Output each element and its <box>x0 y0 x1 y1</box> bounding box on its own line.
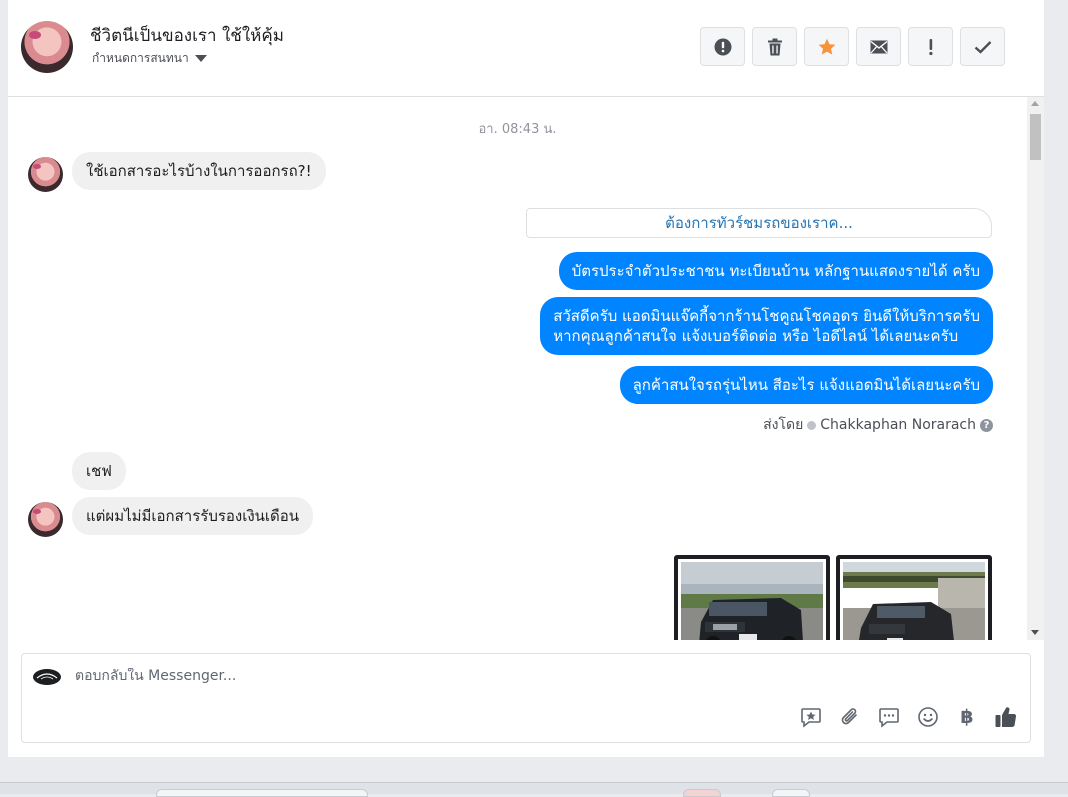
car-photo-image <box>843 562 985 640</box>
assign-conversation-label: กำหนดการสนทนา <box>92 51 189 65</box>
incoming-message[interactable]: ใช้เอกสารอะไรบ้างในการออกรถ?! <box>72 152 326 190</box>
outgoing-message[interactable]: สวัสดีครับ แอดมินแจ๊คกี้จากร้านโชคูณโชคอ… <box>540 297 993 355</box>
contact-avatar-small[interactable] <box>28 157 63 192</box>
baht-icon[interactable]: ฿ <box>955 705 979 729</box>
outgoing-message-line: หากคุณลูกค้าสนใจ แจ้งเบอร์ติดต่อ หรือ ไอ… <box>553 327 959 345</box>
conversation-panel: ชีวิตนีเป็นของเรา ใช้ให้คุ้ม กำหนดการสนท… <box>8 0 1044 757</box>
contact-name[interactable]: ชีวิตนีเป็นของเรา ใช้ให้คุ้ม <box>90 22 284 49</box>
page-avatar <box>33 669 61 685</box>
message-scrollbar[interactable] <box>1027 97 1044 640</box>
quick-reply-card[interactable]: ต้องการทัวร์ชมรถของเราค... <box>526 208 992 238</box>
message-list[interactable]: อา. 08:43 น. ใช้เอกสารอะไรบ้างในการออกรถ… <box>8 97 1027 640</box>
thumbs-up-icon[interactable] <box>994 705 1018 729</box>
taskbar-item[interactable] <box>156 789 368 797</box>
sent-by-name[interactable]: Chakkaphan Norarach <box>820 417 976 433</box>
assign-conversation-dropdown[interactable]: กำหนดการสนทนา <box>92 49 207 68</box>
os-taskbar <box>0 782 1068 797</box>
exclamation-icon <box>928 38 932 55</box>
reply-input[interactable] <box>75 668 775 684</box>
sent-by-label: ส่งโดย <box>763 417 804 433</box>
outgoing-message[interactable]: บัตรประจำตัวประชาชน ทะเบียนบ้าน หลักฐานแ… <box>558 252 993 290</box>
trash-icon <box>767 38 782 55</box>
delete-button[interactable] <box>752 27 797 66</box>
agent-status-icon <box>807 420 817 430</box>
sent-by-info: ส่งโดย Chakkaphan Norarach? <box>763 414 993 436</box>
taskbar-item[interactable] <box>772 789 810 797</box>
message-timestamp: อา. 08:43 น. <box>478 122 557 137</box>
incoming-message[interactable]: เชฟ <box>72 452 126 490</box>
incoming-message[interactable]: แต่ผมไม่มีเอกสารรับรองเงินเดือน <box>72 497 314 535</box>
scrollbar-thumb[interactable] <box>1030 114 1041 160</box>
help-icon[interactable]: ? <box>980 418 993 432</box>
saved-reply-icon[interactable] <box>799 705 823 729</box>
spam-button[interactable] <box>700 27 745 66</box>
attachment-icon[interactable] <box>838 705 862 729</box>
caret-down-icon <box>194 55 207 62</box>
header-toolbar <box>700 27 1005 66</box>
follow-up-button[interactable] <box>908 27 953 66</box>
car-photo-image <box>681 562 823 640</box>
contact-avatar[interactable] <box>21 21 73 73</box>
checkmark-icon <box>974 40 991 54</box>
mark-unread-button[interactable] <box>856 27 901 66</box>
outgoing-message-line: สวัสดีครับ แอดมินแจ๊คกี้จากร้านโชคูณโชคอ… <box>553 307 980 325</box>
chat-bubble-icon[interactable] <box>877 705 901 729</box>
envelope-icon <box>870 40 887 53</box>
alert-circle-icon <box>714 38 731 55</box>
car-photo-attachment[interactable] <box>674 555 830 640</box>
baht-symbol: ฿ <box>960 706 974 728</box>
star-icon <box>818 38 835 55</box>
scroll-up-arrow-icon[interactable] <box>1031 101 1039 106</box>
contact-avatar-small[interactable] <box>28 502 63 537</box>
taskbar-item[interactable] <box>683 789 721 797</box>
star-button[interactable] <box>804 27 849 66</box>
conversation-header: ชีวิตนีเป็นของเรา ใช้ให้คุ้ม กำหนดการสนท… <box>8 0 1044 97</box>
car-photo-attachment[interactable] <box>836 555 992 640</box>
outgoing-message[interactable]: ลูกค้าสนใจรถรุ่นไหน สีอะไร แจ้งแอดมินได้… <box>619 366 993 404</box>
emoji-icon[interactable] <box>916 705 940 729</box>
mark-done-button[interactable] <box>960 27 1005 66</box>
reply-composer: ฿ <box>21 653 1031 743</box>
scroll-down-arrow-icon[interactable] <box>1031 630 1039 635</box>
composer-toolbar: ฿ <box>799 705 1018 729</box>
